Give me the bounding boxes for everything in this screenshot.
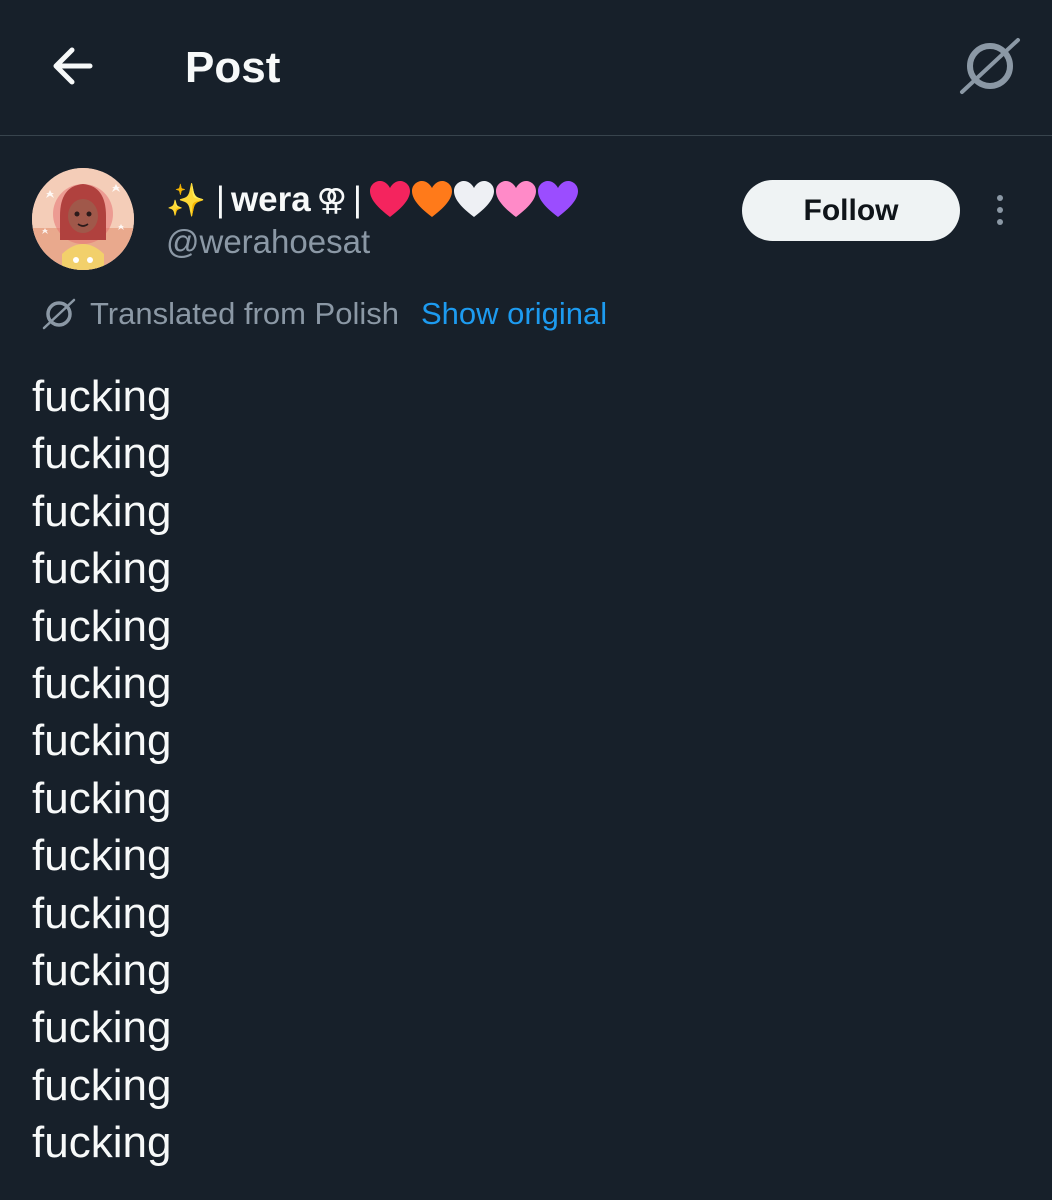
more-dot-icon xyxy=(997,207,1003,213)
back-button[interactable] xyxy=(46,40,98,92)
pink-heart-icon xyxy=(495,181,536,217)
post-text-line: fucking xyxy=(32,372,172,421)
double-venus-symbol: ⚢ xyxy=(316,183,347,217)
post-text-line: fucking xyxy=(32,486,172,536)
post-text-line: fucking xyxy=(32,1003,172,1053)
red-heart-icon xyxy=(369,181,410,217)
post-text-line: fucking xyxy=(32,946,172,996)
post-text-line: fucking xyxy=(32,659,172,709)
post-text-line: fucking xyxy=(32,1118,172,1168)
post-text-line: fucking xyxy=(32,773,172,823)
purple-heart-icon xyxy=(537,181,578,217)
arrow-left-icon xyxy=(53,47,93,85)
post-text: fucking fucking fucking fucking fucking fucki… xyxy=(32,368,171,1172)
post-text-line: fucking xyxy=(32,831,172,881)
post-text-line: fucking xyxy=(32,544,172,594)
more-dot-icon xyxy=(997,219,1003,225)
display-name: wera xyxy=(230,180,311,219)
translation-notice: Translated from Polish Show original xyxy=(42,292,607,336)
translate-small-icon xyxy=(42,298,76,330)
post-text-line: fucking xyxy=(32,601,172,651)
heart-emojis xyxy=(369,181,580,219)
avatar[interactable] xyxy=(32,168,134,270)
post-text-line: fucking xyxy=(32,888,172,938)
sparkle-emoji: ✨ xyxy=(166,182,206,218)
author-handle[interactable]: @werahoesat xyxy=(166,222,370,262)
name-separator: | xyxy=(215,180,225,219)
translate-icon xyxy=(960,38,1020,94)
author-name[interactable]: ✨ | wera ⚢ | xyxy=(166,176,580,224)
white-heart-icon xyxy=(453,181,494,217)
post-text-line: fucking xyxy=(32,1060,172,1110)
orange-heart-icon xyxy=(411,181,452,217)
follow-button[interactable]: Follow xyxy=(742,180,960,241)
page-title: Post xyxy=(185,43,281,92)
post-text-line: fucking xyxy=(32,429,172,479)
more-dot-icon xyxy=(997,195,1003,201)
translated-label: Translated from Polish xyxy=(90,296,399,331)
more-options-button[interactable] xyxy=(982,186,1018,234)
translate-button[interactable] xyxy=(958,36,1022,96)
post-text-line: fucking xyxy=(32,716,172,766)
top-bar: Post xyxy=(0,0,1052,136)
show-original-link[interactable]: Show original xyxy=(421,296,607,332)
avatar-image xyxy=(32,168,134,270)
name-separator-2: | xyxy=(352,180,362,219)
